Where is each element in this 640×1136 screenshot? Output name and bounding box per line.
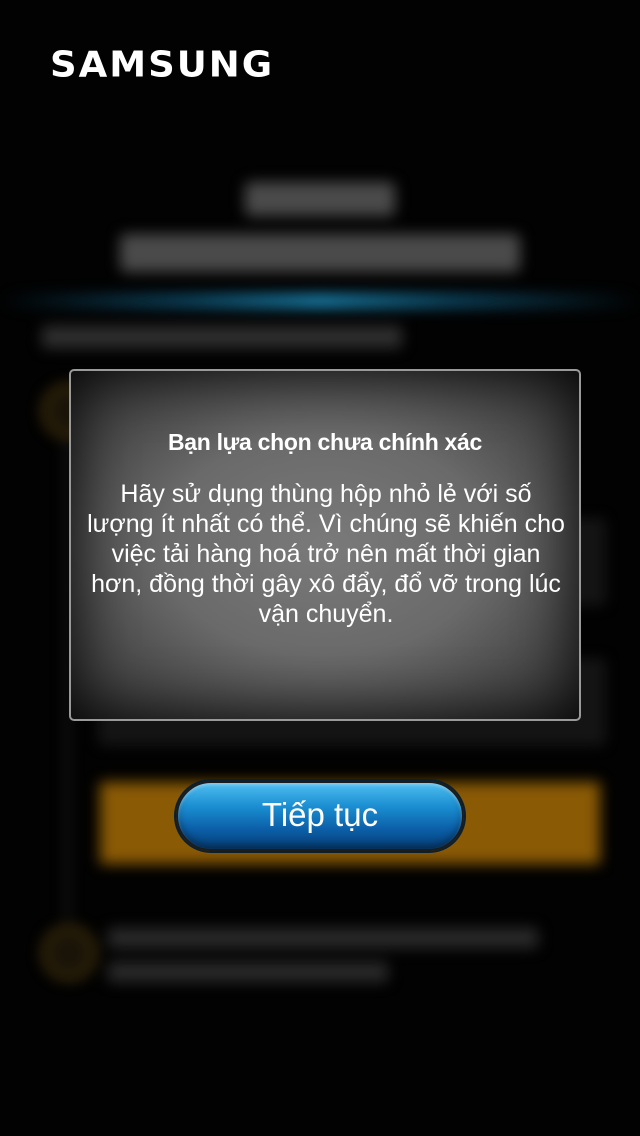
samsung-logo: SAMSUNG [50,44,275,85]
screen: SAMSUNG Bạn lựa chọn chưa chính xác Hãy … [0,0,640,1136]
continue-button[interactable]: Tiếp tục [176,781,464,851]
error-dialog: Bạn lựa chọn chưa chính xác Hãy sử dụng … [69,369,581,721]
dialog-title: Bạn lựa chọn chưa chính xác [167,429,483,455]
blurred-step-heading [0,172,640,272]
blurred-step-circle [42,926,96,980]
blurred-divider-glow [0,294,640,308]
blurred-text-line [108,962,388,982]
dialog-message: Hãy sử dụng thùng hộp nhỏ lẻ với số lượn… [87,480,565,628]
blurred-note [42,326,402,348]
blurred-text-line [108,928,538,948]
